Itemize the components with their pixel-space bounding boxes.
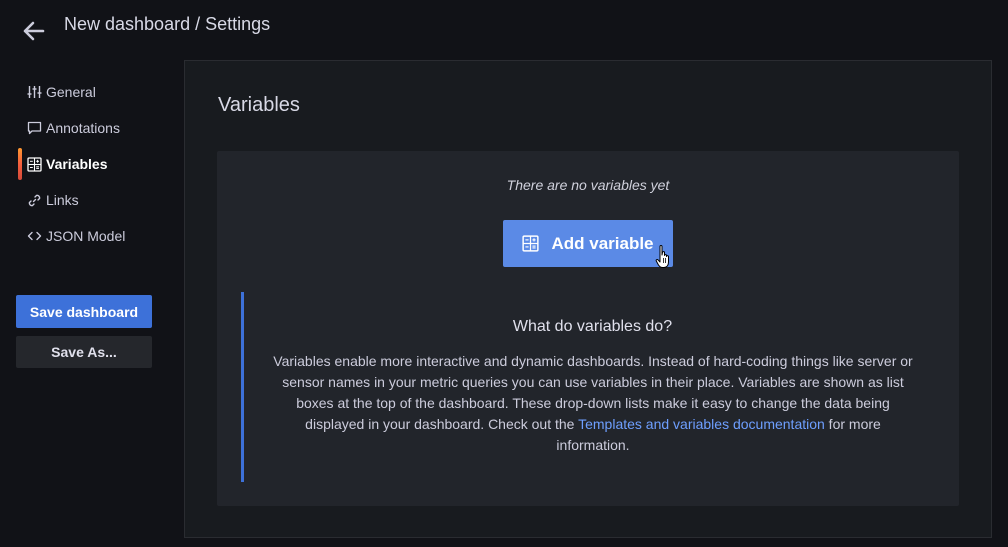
hand-cursor-icon: [655, 245, 669, 268]
save-as-button[interactable]: Save As...: [16, 336, 152, 368]
top-bar: New dashboard / Settings: [0, 0, 1008, 60]
info-text: Variables enable more interactive and dy…: [268, 351, 918, 456]
info-title: What do variables do?: [512, 318, 673, 335]
documentation-link[interactable]: Templates and variables documentation: [578, 416, 825, 432]
save-dashboard-button[interactable]: Save dashboard: [16, 295, 152, 328]
sidebar-item-variables[interactable]: Variables: [16, 146, 176, 182]
sidebar-item-annotations[interactable]: Annotations: [16, 110, 176, 146]
sidebar-item-label: Links: [46, 192, 79, 208]
section-title: Variables: [218, 94, 300, 116]
variables-panel: Variables There are no variables yet Add…: [184, 60, 992, 538]
info-box: What do variables do? Variables enable m…: [241, 292, 941, 482]
arrow-left-icon: [23, 21, 45, 41]
sidebar-item-label: Annotations: [46, 120, 120, 136]
calculator-icon: [26, 156, 42, 172]
back-button[interactable]: [20, 18, 48, 44]
link-icon: [26, 192, 42, 208]
calculator-icon: [522, 235, 540, 252]
settings-sidebar: General Annotations Variables Links JSON…: [16, 74, 176, 254]
page-title: New dashboard / Settings: [64, 14, 271, 34]
sidebar-item-label: General: [46, 84, 96, 100]
add-variable-button[interactable]: Add variable: [503, 220, 673, 267]
sliders-icon: [26, 84, 42, 100]
empty-state-message: There are no variables yet: [506, 177, 670, 193]
sidebar-item-label: Variables: [46, 156, 108, 172]
add-variable-label: Add variable: [551, 233, 654, 253]
sidebar-item-label: JSON Model: [46, 228, 126, 244]
sidebar-item-links[interactable]: Links: [16, 182, 176, 218]
comment-icon: [26, 120, 42, 136]
sidebar-item-general[interactable]: General: [16, 74, 176, 110]
code-icon: [26, 228, 42, 244]
empty-state-card: There are no variables yet Add variable: [217, 151, 959, 506]
sidebar-item-json-model[interactable]: JSON Model: [16, 218, 176, 254]
